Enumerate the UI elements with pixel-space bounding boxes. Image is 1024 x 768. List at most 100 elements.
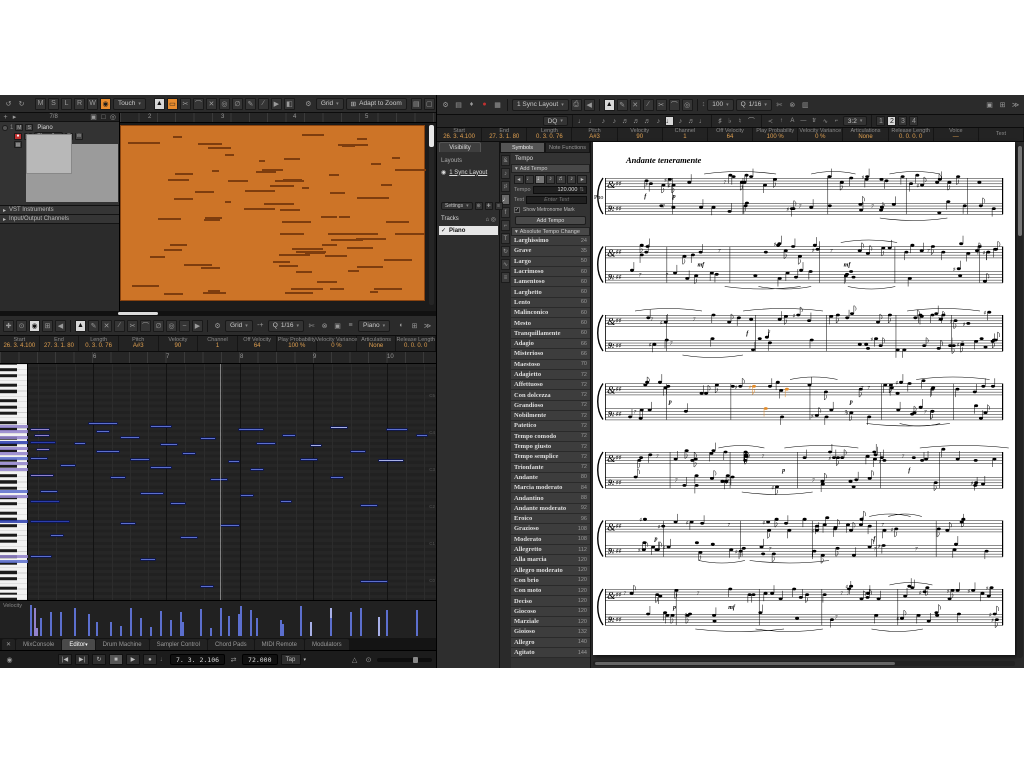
midi-note[interactable] bbox=[30, 457, 48, 460]
feedback-icon[interactable]: ◀ bbox=[584, 99, 595, 111]
black-keys[interactable] bbox=[0, 364, 17, 600]
note-value-5-icon[interactable]: ♬ bbox=[632, 116, 641, 126]
info-field-end[interactable]: End27. 3. 1. 80 bbox=[482, 128, 527, 141]
velocity-bar[interactable] bbox=[74, 608, 76, 636]
tempo-term-row[interactable]: Andante moderato92 bbox=[511, 504, 590, 514]
tempo-term-row[interactable]: Moderato108 bbox=[511, 535, 590, 545]
close-lower-zone-button[interactable]: ✕ bbox=[2, 639, 15, 650]
midi-note[interactable] bbox=[30, 555, 52, 558]
trim-tool-icon[interactable]: ∕ bbox=[643, 99, 654, 111]
velocity-lane[interactable]: Velocity bbox=[0, 600, 436, 638]
layout-selector-dropdown[interactable]: 1 Sync Layout▾ bbox=[512, 99, 569, 111]
tempo-term-row[interactable]: Adagietto72 bbox=[511, 370, 590, 380]
solo-button[interactable]: S bbox=[25, 124, 33, 131]
more-icon[interactable]: ≫ bbox=[422, 320, 433, 332]
midi-note[interactable] bbox=[240, 494, 254, 497]
repeat-icon[interactable]: ↻ bbox=[501, 246, 510, 257]
info-field-velocity[interactable]: Velocity90 bbox=[618, 128, 663, 141]
tab-drum-machine[interactable]: Drum Machine bbox=[96, 639, 149, 650]
erase-tool-icon[interactable]: ✕ bbox=[101, 320, 112, 332]
project-ruler[interactable]: 2345 bbox=[120, 113, 436, 123]
velocity-bar[interactable] bbox=[170, 620, 172, 636]
info-field-start[interactable]: Start26. 3. 4.100 bbox=[437, 128, 482, 141]
note-value-button[interactable]: ♪ bbox=[546, 175, 556, 184]
tempo-term-row[interactable]: Tempo semplice72 bbox=[511, 452, 590, 462]
print-icon[interactable]: ⎙ bbox=[571, 99, 582, 111]
midi-note[interactable] bbox=[30, 520, 70, 523]
piano-midi-clip[interactable] bbox=[120, 125, 425, 301]
midi-note[interactable] bbox=[140, 492, 164, 495]
info-field-articulations[interactable]: ArticulationsNone bbox=[843, 128, 888, 141]
add-tempo-section-header[interactable]: ▾Add Tempo bbox=[511, 164, 590, 173]
info-field-release-length[interactable]: Release Length0. 0. 0. 0 bbox=[396, 336, 436, 351]
midi-note[interactable] bbox=[60, 464, 76, 467]
tempo-term-row[interactable]: Larghissimo24 bbox=[511, 236, 590, 246]
settings-icon[interactable]: ⚙ bbox=[440, 99, 451, 111]
panels-icon[interactable]: ▣ bbox=[984, 99, 995, 111]
arpeggio-icon[interactable]: ∿ bbox=[821, 116, 830, 126]
note-edit-icon[interactable]: ♦ bbox=[466, 99, 477, 111]
tempo-term-row[interactable]: Affettuoso72 bbox=[511, 380, 590, 390]
velocity-bar[interactable] bbox=[200, 609, 202, 636]
tempo-term-row[interactable]: Larghetto60 bbox=[511, 287, 590, 297]
info-line-icon[interactable]: ▤ bbox=[411, 98, 422, 110]
zoom-level-dropdown[interactable]: 100▾ bbox=[707, 99, 733, 111]
velocity-bar[interactable] bbox=[96, 626, 98, 636]
velocity-bar[interactable] bbox=[110, 622, 112, 636]
info-field-length[interactable]: Length0. 3. 0. 76 bbox=[527, 128, 572, 141]
record-enable-button[interactable]: ● bbox=[14, 133, 22, 140]
undo-icon[interactable]: ↺ bbox=[3, 98, 14, 110]
midi-note[interactable] bbox=[96, 450, 120, 453]
tab-note-functions[interactable]: Note Functions bbox=[545, 142, 590, 153]
text-icon[interactable]: A bbox=[788, 116, 797, 126]
select-tool-icon[interactable]: ▲ bbox=[604, 99, 615, 111]
midi-note[interactable] bbox=[140, 558, 156, 561]
plus-icon[interactable]: ✚ bbox=[485, 202, 493, 210]
solo-editor-icon[interactable]: ◐ bbox=[396, 320, 407, 332]
acoustic-feedback-icon[interactable]: ◉ bbox=[29, 320, 40, 332]
project-horizontal-scrollbar[interactable] bbox=[0, 311, 436, 316]
tempo-display[interactable]: 72.000 bbox=[242, 654, 277, 665]
velocity-bar[interactable] bbox=[130, 608, 132, 636]
midi-note[interactable] bbox=[360, 580, 388, 583]
voice-1-button[interactable]: 1 bbox=[876, 116, 885, 126]
note-value-7-icon[interactable]: ♪ bbox=[654, 116, 663, 126]
zoom-tool-icon[interactable]: ◎ bbox=[166, 320, 177, 332]
go-end-icon[interactable]: ▶| bbox=[75, 654, 89, 665]
state-button-w[interactable]: W bbox=[87, 98, 98, 110]
other-icon[interactable]: ≡ bbox=[501, 272, 510, 283]
velocity-bar[interactable] bbox=[386, 610, 388, 636]
score-page[interactable]: Andante teneramente &9:♯♯♯♯Pno♯♯♯♯♯♯7777… bbox=[593, 142, 1015, 655]
midi-note[interactable] bbox=[280, 500, 292, 503]
midi-note[interactable] bbox=[34, 434, 50, 437]
note-value-6-icon[interactable]: ♬ bbox=[643, 116, 652, 126]
midi-note[interactable] bbox=[182, 452, 196, 455]
adapt-to-zoom-dropdown[interactable]: ⊞Adapt to Zoom bbox=[346, 98, 407, 110]
check-icon[interactable]: ✓ bbox=[441, 227, 446, 234]
glue-tool-icon[interactable]: ⌒ bbox=[669, 99, 680, 111]
expand-icon[interactable]: ⊞ bbox=[409, 320, 420, 332]
midi-note[interactable] bbox=[360, 504, 378, 507]
stepper-icon[interactable]: ⇅ bbox=[579, 187, 584, 193]
scrollbar-thumb[interactable] bbox=[1018, 146, 1022, 236]
draw-tool-icon[interactable]: ✎ bbox=[617, 99, 628, 111]
split-tool-icon[interactable]: ✂ bbox=[127, 320, 138, 332]
tempo-text-field[interactable]: Enter Text bbox=[526, 196, 587, 204]
settings-icon[interactable]: ⚙ bbox=[212, 320, 223, 332]
velocity-bar[interactable] bbox=[30, 605, 32, 636]
note-value-button[interactable]: ♩ bbox=[525, 175, 535, 184]
midi-note[interactable] bbox=[350, 450, 366, 453]
glue-tool-icon[interactable]: ⌒ bbox=[140, 320, 151, 332]
record-icon[interactable]: ● bbox=[479, 99, 490, 111]
midi-note[interactable] bbox=[250, 468, 264, 471]
velocity-bar[interactable] bbox=[350, 612, 352, 636]
trim-tool-icon[interactable]: ∕ bbox=[114, 320, 125, 332]
scrollbar-thumb[interactable] bbox=[595, 662, 895, 665]
score-vertical-scrollbar[interactable] bbox=[1017, 146, 1023, 658]
tempo-term-row[interactable]: Grave35 bbox=[511, 246, 590, 256]
home-icon[interactable]: ⌂ bbox=[485, 217, 489, 223]
grid-type-dropdown[interactable]: Grid▾ bbox=[225, 320, 253, 332]
erase-tool-icon[interactable]: ✕ bbox=[206, 98, 217, 110]
tempo-term-row[interactable]: Tempo comodo72 bbox=[511, 432, 590, 442]
info-field-velocity-variance[interactable]: Velocity Variance0 % bbox=[317, 336, 357, 351]
